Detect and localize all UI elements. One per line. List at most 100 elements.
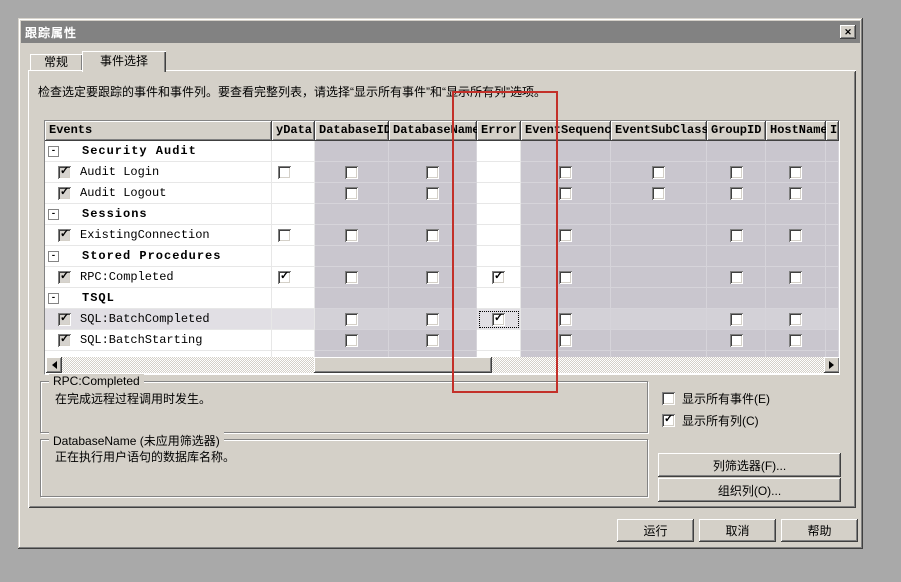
grid-cell: [272, 204, 315, 225]
column-header-eventsubclass[interactable]: EventSubClass: [611, 121, 707, 141]
group-row[interactable]: -Sessions: [45, 204, 839, 225]
grid-checkbox-databaseid[interactable]: [345, 271, 358, 284]
grid-cell: [521, 141, 611, 162]
help-button[interactable]: 帮助: [781, 519, 858, 542]
grid-checkbox-ydata[interactable]: [278, 271, 291, 284]
event-row[interactable]: Audit Logout: [45, 183, 839, 204]
grid-checkbox-groupid[interactable]: [730, 313, 743, 326]
grid-checkbox-eventsubclass[interactable]: [652, 187, 665, 200]
grid-checkbox-groupid[interactable]: [730, 166, 743, 179]
column-filters-button[interactable]: 列筛选器(F)...: [658, 453, 841, 477]
event-checkbox[interactable]: [58, 166, 71, 179]
grid-checkbox-hostname[interactable]: [789, 271, 802, 284]
event-label[interactable]: SQL:BatchCompleted: [80, 312, 210, 326]
group-row[interactable]: -TSQL: [45, 288, 839, 309]
grid-checkbox-eventsequence[interactable]: [559, 271, 572, 284]
grid-checkbox-hostname[interactable]: [789, 313, 802, 326]
scrollbar-thumb[interactable]: [314, 357, 492, 373]
grid-checkbox-hostname[interactable]: [789, 334, 802, 347]
collapse-icon[interactable]: -: [48, 209, 59, 220]
grid-checkbox-databasename[interactable]: [426, 334, 439, 347]
event-label[interactable]: Audit Login: [80, 165, 159, 179]
event-row[interactable]: SQL:BatchCompleted: [45, 309, 839, 330]
grid-checkbox-eventsequence[interactable]: [559, 334, 572, 347]
grid-checkbox-eventsequence[interactable]: [559, 229, 572, 242]
grid-cell: [315, 267, 389, 288]
grid-checkbox-eventsequence[interactable]: [559, 187, 572, 200]
group-label: Stored Procedures: [82, 249, 221, 263]
grid-checkbox-ydata[interactable]: [278, 166, 291, 179]
event-label[interactable]: Audit Logout: [80, 186, 166, 200]
grid-checkbox-hostname[interactable]: [789, 166, 802, 179]
scrollbar-track[interactable]: [62, 357, 824, 373]
grid-cell: [272, 183, 315, 204]
event-label[interactable]: SQL:BatchStarting: [80, 333, 202, 347]
grid-checkbox-hostname[interactable]: [789, 187, 802, 200]
scroll-left-button[interactable]: [46, 357, 62, 373]
collapse-icon[interactable]: -: [48, 251, 59, 262]
grid-checkbox-eventsubclass[interactable]: [652, 166, 665, 179]
column-header-hostname[interactable]: HostName: [766, 121, 826, 141]
tab-events-selection[interactable]: 事件选择: [82, 51, 166, 72]
grid-checkbox-databaseid[interactable]: [345, 229, 358, 242]
event-checkbox[interactable]: [58, 187, 71, 200]
event-checkbox[interactable]: [58, 313, 71, 326]
column-header-ydata[interactable]: yData: [272, 121, 315, 141]
grid-checkbox-error[interactable]: [492, 313, 505, 326]
close-button[interactable]: ✕: [840, 25, 856, 39]
grid-cell: [707, 288, 766, 309]
event-label[interactable]: ExistingConnection: [80, 228, 210, 242]
grid-checkbox-databaseid[interactable]: [345, 166, 358, 179]
show-all-columns-label[interactable]: 显示所有列(C): [682, 412, 759, 429]
event-row[interactable]: Audit Login: [45, 162, 839, 183]
grid-checkbox-error[interactable]: [492, 271, 505, 284]
event-checkbox[interactable]: [58, 229, 71, 242]
column-header-events[interactable]: Events: [45, 121, 272, 141]
grid-checkbox-databaseid[interactable]: [345, 313, 358, 326]
collapse-icon[interactable]: -: [48, 146, 59, 157]
grid-checkbox-hostname[interactable]: [789, 229, 802, 242]
grid-checkbox-groupid[interactable]: [730, 229, 743, 242]
tab-general[interactable]: 常规: [30, 54, 82, 71]
grid-checkbox-groupid[interactable]: [730, 334, 743, 347]
grid-cell: [766, 267, 826, 288]
grid-checkbox-databasename[interactable]: [426, 229, 439, 242]
column-header-databasename[interactable]: DatabaseName: [389, 121, 477, 141]
grid-checkbox-groupid[interactable]: [730, 187, 743, 200]
grid-checkbox-databasename[interactable]: [426, 187, 439, 200]
run-button[interactable]: 运行: [617, 519, 694, 542]
grid-checkbox-databasename[interactable]: [426, 271, 439, 284]
event-row[interactable]: SQL:BatchStarting: [45, 330, 839, 351]
window-title: 跟踪属性: [25, 24, 77, 41]
column-header-databaseid[interactable]: DatabaseID: [315, 121, 389, 141]
show-all-columns-checkbox[interactable]: [662, 414, 675, 427]
event-label[interactable]: RPC:Completed: [80, 270, 174, 284]
grid-checkbox-groupid[interactable]: [730, 271, 743, 284]
event-checkbox[interactable]: [58, 271, 71, 284]
show-all-events-checkbox[interactable]: [662, 392, 675, 405]
grid-checkbox-eventsequence[interactable]: [559, 313, 572, 326]
column-header-i[interactable]: I: [826, 121, 839, 141]
organize-columns-button[interactable]: 组织列(O)...: [658, 478, 841, 502]
collapse-icon[interactable]: -: [48, 293, 59, 304]
grid-checkbox-databaseid[interactable]: [345, 187, 358, 200]
group-row[interactable]: - Stored Procedures: [45, 246, 839, 267]
grid-cell: [611, 225, 707, 246]
grid-checkbox-eventsequence[interactable]: [559, 166, 572, 179]
column-header-eventsequence[interactable]: EventSequence: [521, 121, 611, 141]
grid-checkbox-databasename[interactable]: [426, 166, 439, 179]
scroll-right-button[interactable]: [824, 357, 840, 373]
column-header-groupid[interactable]: GroupID: [707, 121, 766, 141]
cancel-button[interactable]: 取消: [699, 519, 776, 542]
horizontal-scrollbar[interactable]: [46, 357, 840, 373]
column-header-error[interactable]: Error: [477, 121, 521, 141]
event-row[interactable]: ExistingConnection: [45, 225, 839, 246]
group-row[interactable]: -Security Audit: [45, 141, 839, 162]
event-row[interactable]: RPC:Completed: [45, 267, 839, 288]
grid-checkbox-databaseid[interactable]: [345, 334, 358, 347]
grid-checkbox-ydata[interactable]: [278, 229, 291, 242]
grid-cell: [315, 246, 389, 267]
show-all-events-label[interactable]: 显示所有事件(E): [682, 390, 770, 407]
grid-checkbox-databasename[interactable]: [426, 313, 439, 326]
event-checkbox[interactable]: [58, 334, 71, 347]
